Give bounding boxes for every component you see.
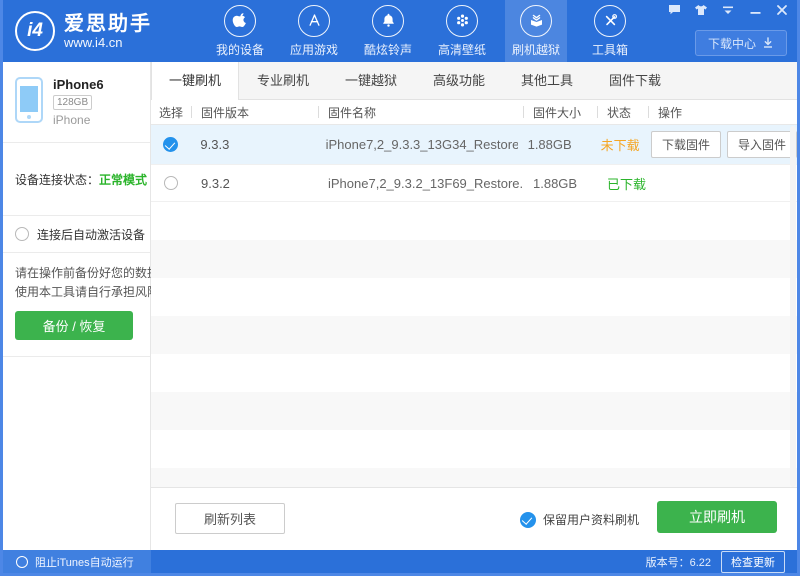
download-center-label: 下载中心 bbox=[707, 36, 756, 51]
brand: i4 爱思助手 www.i4.cn bbox=[3, 0, 203, 62]
scrollbar-track[interactable] bbox=[790, 126, 796, 487]
nav-label: 我的设备 bbox=[215, 42, 264, 57]
logo-text: i4 bbox=[27, 20, 43, 41]
tab-pro-flash[interactable]: 专业刷机 bbox=[239, 62, 327, 99]
download-firmware-button[interactable]: 下载固件 bbox=[650, 131, 721, 158]
tab-bar: 一键刷机 专业刷机 一键越狱 高级功能 其他工具 固件下载 bbox=[151, 62, 797, 100]
app-window: i4 爱思助手 www.i4.cn 我的设备 应用游戏 酷炫铃声 高清壁纸 刷机… bbox=[0, 0, 800, 576]
keep-user-data-checkbox[interactable] bbox=[519, 511, 536, 528]
firmware-size: 1.88GB bbox=[527, 137, 572, 152]
skin-icon[interactable] bbox=[694, 4, 708, 16]
flash-box-icon bbox=[520, 4, 552, 37]
collapse-icon[interactable] bbox=[721, 4, 735, 16]
flash-now-button[interactable]: 立即刷机 bbox=[657, 501, 777, 533]
status-bar: 阻止iTunes自动运行 版本号：6.22 检查更新 bbox=[3, 550, 797, 573]
column-size: 固件大小 bbox=[523, 104, 597, 121]
nav-item-wallpapers[interactable]: 高清壁纸 bbox=[431, 0, 493, 62]
warning-line-1: 请在操作前备份好您的数据 bbox=[15, 266, 160, 280]
auto-activate-option[interactable]: 连接后自动激活设备 bbox=[3, 216, 150, 253]
app-header: i4 爱思助手 www.i4.cn 我的设备 应用游戏 酷炫铃声 高清壁纸 刷机… bbox=[3, 0, 797, 62]
tab-one-click-jailbreak[interactable]: 一键越狱 bbox=[327, 62, 415, 99]
tab-one-click-flash[interactable]: 一键刷机 bbox=[151, 62, 239, 100]
block-itunes-option[interactable]: 阻止iTunes自动运行 bbox=[3, 550, 151, 573]
column-actions: 操作 bbox=[648, 104, 797, 121]
empty-rows-area bbox=[151, 202, 797, 487]
flower-icon bbox=[446, 4, 478, 37]
keep-user-data-label: 保留用户资料刷机 bbox=[542, 513, 639, 527]
window-controls bbox=[667, 4, 789, 16]
sidebar: iPhone6 128GB iPhone 设备连接状态： 正常模式 连接后自动激活… bbox=[3, 62, 160, 550]
firmware-version: 9.3.2 bbox=[201, 175, 230, 191]
keep-user-data-option[interactable]: 保留用户资料刷机 bbox=[519, 511, 639, 528]
table-header: 选择 固件版本 固件名称 固件大小 状态 操作 bbox=[151, 100, 797, 125]
firmware-row-932[interactable]: 9.3.2 iPhone7,2_9.3.2_13F69_Restore.ipsw… bbox=[151, 165, 797, 202]
download-center-button[interactable]: 下载中心 bbox=[695, 30, 787, 56]
firmware-status: 已下载 bbox=[607, 176, 647, 192]
auto-activate-radio[interactable] bbox=[15, 227, 29, 241]
firmware-version: 9.3.3 bbox=[200, 137, 230, 152]
nav-item-toolbox[interactable]: 工具箱 bbox=[579, 0, 641, 62]
apple-icon bbox=[224, 4, 256, 37]
row-radio-checked[interactable] bbox=[163, 137, 179, 152]
firmware-name: iPhone7,2_9.3.2_13F69_Restore.ipsw bbox=[328, 175, 523, 191]
nav-label: 酷炫铃声 bbox=[363, 42, 412, 57]
download-icon bbox=[764, 37, 772, 48]
refresh-list-button[interactable]: 刷新列表 bbox=[175, 503, 285, 534]
close-icon[interactable] bbox=[775, 4, 789, 16]
check-update-button[interactable]: 检查更新 bbox=[721, 550, 785, 573]
row-radio-unchecked[interactable] bbox=[164, 176, 178, 190]
nav-label: 高清壁纸 bbox=[437, 42, 486, 57]
firmware-row-933[interactable]: 9.3.3 iPhone7,2_9.3.3_13G34_Restore.ipsw… bbox=[151, 125, 797, 165]
column-select: 选择 bbox=[158, 105, 183, 120]
block-itunes-label: 阻止iTunes自动运行 bbox=[35, 556, 134, 569]
app-url: www.i4.cn bbox=[64, 34, 123, 50]
i4-logo-icon: i4 bbox=[15, 11, 55, 51]
block-itunes-radio[interactable] bbox=[16, 555, 28, 568]
nav-item-flash-jailbreak[interactable]: 刷机越狱 bbox=[505, 0, 567, 62]
nav-label: 刷机越狱 bbox=[511, 42, 560, 57]
firmware-status: 未下载 bbox=[600, 138, 640, 153]
firmware-size: 1.88GB bbox=[533, 175, 578, 191]
tab-firmware-download[interactable]: 固件下载 bbox=[591, 62, 679, 99]
nav-label: 工具箱 bbox=[591, 42, 628, 57]
connection-status: 设备连接状态： 正常模式 bbox=[3, 143, 150, 216]
nav-item-ringtones[interactable]: 酷炫铃声 bbox=[357, 0, 419, 62]
column-status: 状态 bbox=[597, 104, 648, 121]
backup-restore-button[interactable]: 备份 / 恢复 bbox=[15, 311, 133, 340]
main-panel: 一键刷机 专业刷机 一键越狱 高级功能 其他工具 固件下载 选择 固件版本 固件… bbox=[151, 62, 797, 550]
iphone-icon bbox=[15, 77, 43, 123]
nav-label: 应用游戏 bbox=[289, 42, 338, 57]
appstore-icon bbox=[298, 4, 330, 37]
main-nav: 我的设备 应用游戏 酷炫铃声 高清壁纸 刷机越狱 工具箱 bbox=[203, 0, 647, 62]
feedback-icon[interactable] bbox=[667, 4, 681, 16]
device-model: iPhone bbox=[53, 113, 91, 127]
connection-status-value: 正常模式 bbox=[99, 172, 148, 187]
bell-icon bbox=[372, 4, 404, 37]
tab-other-tools[interactable]: 其他工具 bbox=[503, 62, 591, 99]
minimize-icon[interactable] bbox=[748, 4, 762, 16]
device-name: iPhone6 bbox=[53, 77, 104, 92]
import-firmware-button[interactable]: 导入固件 bbox=[727, 131, 797, 158]
warning-line-2: 使用本工具请自行承担风险 bbox=[15, 285, 160, 299]
column-name: 固件名称 bbox=[318, 104, 523, 121]
toolbox-icon bbox=[594, 4, 626, 37]
auto-activate-label: 连接后自动激活设备 bbox=[37, 227, 146, 242]
connection-status-label: 设备连接状态： bbox=[15, 172, 100, 187]
nav-item-my-devices[interactable]: 我的设备 bbox=[209, 0, 271, 62]
column-version: 固件版本 bbox=[191, 104, 318, 121]
firmware-name: iPhone7,2_9.3.3_13G34_Restore.ipsw bbox=[325, 137, 518, 152]
version-text: 版本号：6.22 bbox=[645, 556, 711, 569]
tab-advanced[interactable]: 高级功能 bbox=[415, 62, 503, 99]
device-capacity-badge: 128GB bbox=[53, 95, 93, 110]
app-title: 爱思助手 bbox=[64, 12, 152, 35]
nav-item-apps-games[interactable]: 应用游戏 bbox=[283, 0, 345, 62]
device-panel: iPhone6 128GB iPhone bbox=[3, 62, 150, 143]
action-bar: 刷新列表 保留用户资料刷机 立即刷机 bbox=[151, 487, 797, 550]
backup-panel: 请在操作前备份好您的数据 使用本工具请自行承担风险 备份 / 恢复 bbox=[3, 253, 160, 357]
